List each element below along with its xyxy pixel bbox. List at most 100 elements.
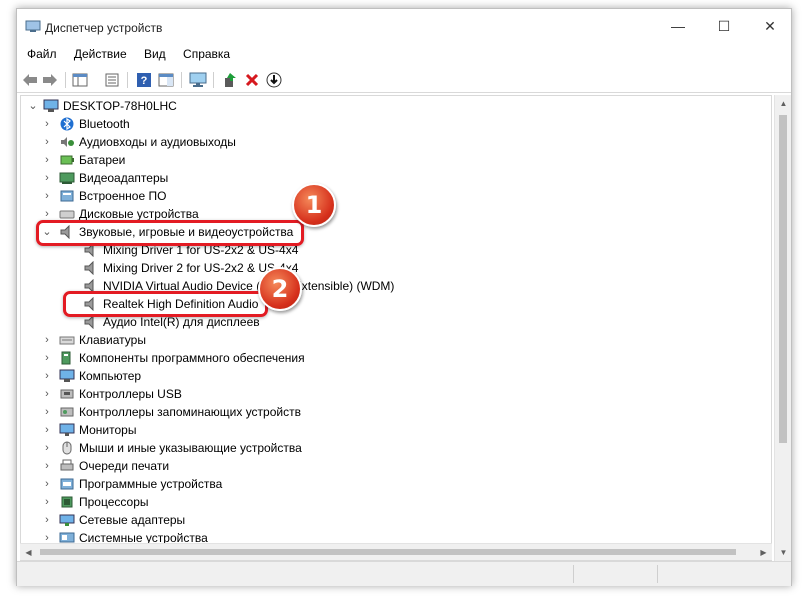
computer-icon [43,99,59,112]
status-bar [17,561,791,586]
menu-file[interactable]: Файл [21,45,63,63]
properties-button[interactable] [103,71,121,89]
tree-category-label: Сетевые адаптеры [79,513,186,527]
computer-icon [59,369,75,382]
network-adapter-icon [59,514,75,526]
battery-icon [60,155,74,165]
step-badge-1: 1 [292,183,336,227]
vertical-scrollbar[interactable]: ▲ ▼ [774,95,791,561]
menu-bar: Файл Действие Вид Справка [17,45,791,65]
download-circle-icon [266,72,282,88]
tree-category-label: Мониторы [79,423,137,437]
chevron-right-icon[interactable]: › [41,115,53,133]
title-bar: Диспетчер устройств — ☐ ✕ [17,9,791,43]
tree-category-label: Контроллеры USB [79,387,182,401]
tree-category-label: Компьютер [79,369,142,383]
chevron-right-icon[interactable]: › [41,151,53,169]
chevron-right-icon[interactable]: › [41,331,53,349]
show-hide-console-tree-button[interactable] [71,71,89,89]
chevron-right-icon[interactable]: › [41,421,53,439]
scroll-right-arrow-icon[interactable]: ▶ [755,544,772,561]
menu-action[interactable]: Действие [68,45,133,63]
tree-category-label: Встроенное ПО [79,189,167,203]
monitor-scan-icon [189,72,207,87]
firmware-icon [60,190,74,202]
chevron-right-icon[interactable]: › [41,187,53,205]
tree-category-label: Клавиатуры [79,333,146,347]
usb-icon [60,389,74,399]
chevron-right-icon[interactable]: › [41,511,53,529]
speaker-icon [84,261,94,275]
vertical-scroll-thumb[interactable] [779,115,787,443]
arrow-left-icon [23,74,37,86]
horizontal-scroll-thumb[interactable] [40,549,736,555]
highlight-realtek-device [63,291,268,317]
processor-icon [61,496,73,508]
help-button[interactable]: ? [135,71,153,89]
scroll-left-arrow-icon[interactable]: ◀ [20,544,37,561]
action-pane-button[interactable] [157,71,175,89]
disable-device-button[interactable] [265,71,283,89]
chevron-right-icon[interactable]: › [41,169,53,187]
chevron-down-icon[interactable]: ⌄ [27,97,39,115]
update-driver-icon [225,73,236,87]
chevron-right-icon[interactable]: › [41,493,53,511]
chevron-right-icon[interactable]: › [41,367,53,385]
delete-x-icon [245,73,259,87]
minimize-button[interactable]: — [655,9,701,43]
svg-text:?: ? [141,75,148,87]
audio-io-icon [61,137,74,147]
properties-icon [105,73,119,87]
step-badge-2: 2 [258,267,302,311]
display-adapter-icon [59,172,75,184]
speaker-icon [84,315,94,329]
chevron-right-icon[interactable]: › [41,385,53,403]
tree-category-label: Компоненты программного обеспечения [79,351,305,365]
monitor-icon [59,423,75,436]
tree-category-label: Батареи [79,153,126,167]
chevron-right-icon[interactable]: › [41,133,53,151]
keyboard-icon [59,336,75,345]
tree-category-label: Контроллеры запоминающих устройств [79,405,301,419]
printer-icon [60,459,74,471]
horizontal-scrollbar[interactable]: ◀ ▶ [20,543,772,560]
uninstall-device-button[interactable] [243,71,261,89]
forward-button[interactable] [41,71,59,89]
update-driver-button[interactable] [221,71,239,89]
help-icon: ? [137,73,151,87]
device-manager-icon [25,20,41,32]
close-button[interactable]: ✕ [747,9,793,43]
tree-root-label: DESKTOP-78H0LHC [63,99,177,113]
arrow-right-icon [43,74,57,86]
back-button[interactable] [21,71,39,89]
tree-category-label: Процессоры [79,495,149,509]
tree-category-label: Видеоадаптеры [79,171,169,185]
chevron-right-icon[interactable]: › [41,475,53,493]
tree-category-label: Мыши и иные указывающие устройства [79,441,302,455]
console-tree-icon [72,73,88,87]
chevron-right-icon[interactable]: › [41,349,53,367]
tree-category-label: Очереди печати [79,459,170,473]
software-device-icon [60,478,74,490]
disk-icon [59,210,75,219]
software-component-icon [61,351,71,365]
tree-category-label: Программные устройства [79,477,223,491]
tree-category-label: Bluetooth [79,117,130,131]
chevron-right-icon[interactable]: › [41,403,53,421]
device-tree[interactable]: ⌄ DESKTOP-78H0LHC › Bluetooth › Аудиовходы … [20,95,772,561]
scroll-down-arrow-icon[interactable]: ▼ [775,544,792,561]
chevron-right-icon[interactable]: › [41,439,53,457]
highlight-sound-category [36,220,304,246]
mouse-icon [62,441,72,455]
maximize-button[interactable]: ☐ [701,9,747,43]
menu-view[interactable]: Вид [138,45,172,63]
scroll-up-arrow-icon[interactable]: ▲ [775,95,792,112]
window-title: Диспетчер устройств [45,21,163,35]
menu-help[interactable]: Справка [177,45,236,63]
chevron-right-icon[interactable]: › [41,457,53,475]
bluetooth-icon [60,117,74,131]
tree-category-label: Аудиовходы и аудиовыходы [79,135,236,149]
storage-controller-icon [60,407,74,417]
scan-hardware-button[interactable] [189,71,207,89]
action-pane-icon [158,73,174,87]
